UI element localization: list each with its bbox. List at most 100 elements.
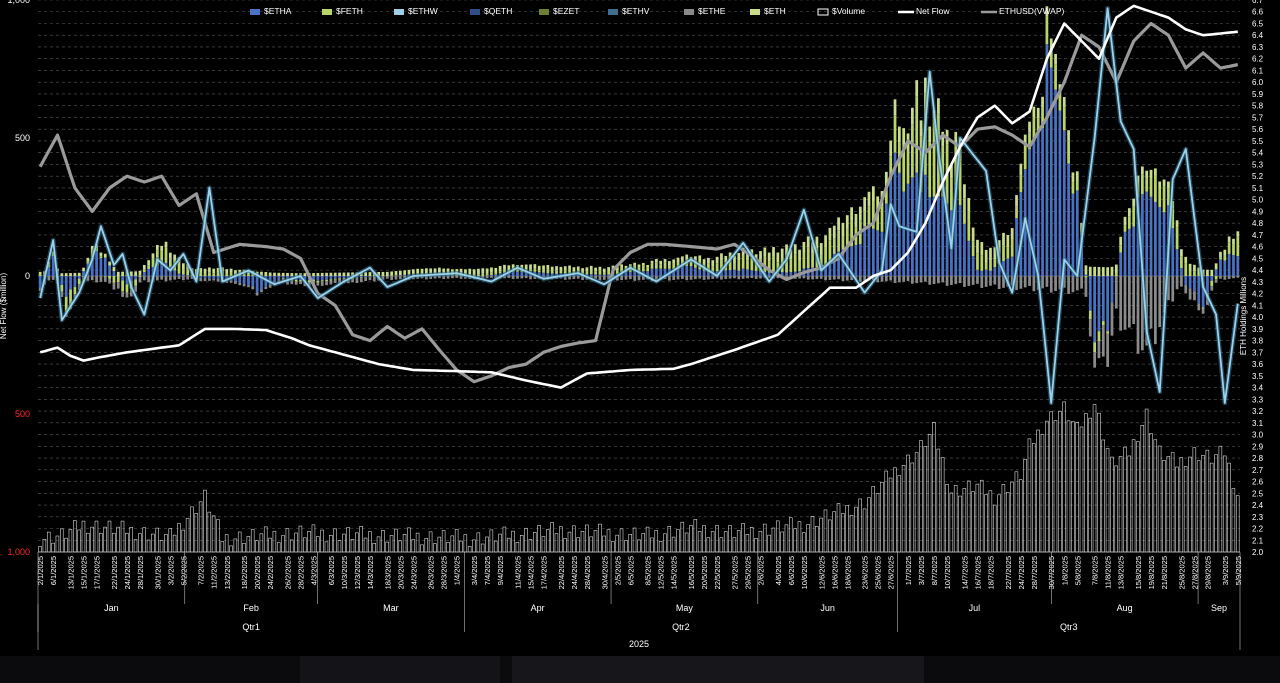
eth-bar (316, 272, 320, 276)
ethe-bar (1080, 276, 1083, 289)
ethe-bar (155, 276, 159, 281)
feth-bar (594, 271, 597, 275)
feth-bar (1010, 239, 1014, 257)
ethe-bar (919, 276, 923, 283)
volume-bar (246, 536, 251, 553)
x-date-label: 22/5/2025 (713, 556, 722, 589)
volume-bar (1205, 449, 1210, 553)
x-date-label: 14/3/2025 (366, 556, 375, 589)
legend-swatch (394, 9, 404, 15)
ethe-bar (238, 282, 242, 286)
feth-bar (654, 262, 658, 269)
ethe-bar (446, 276, 450, 279)
feth-bar (73, 287, 77, 295)
etha-bar (1028, 149, 1031, 276)
etha-bar (203, 276, 207, 279)
eth-bar (320, 272, 324, 276)
feth-bar (641, 265, 645, 272)
eth-bar (286, 272, 289, 276)
feth-bar (181, 268, 185, 275)
eth-bar (889, 140, 893, 157)
volume-bar (797, 521, 802, 553)
ethe-bar (142, 276, 146, 281)
volume-bar (272, 530, 277, 553)
eth-bar (416, 268, 420, 274)
etha-bar (1210, 276, 1214, 281)
etha-bar (724, 270, 728, 276)
eth-bar (832, 225, 836, 239)
eth-bar (86, 257, 90, 262)
volume-bar (190, 506, 194, 553)
right-tick-label: 2.7 (1252, 466, 1264, 475)
volume-bar (329, 535, 333, 553)
ethe-bar (229, 280, 233, 283)
x-date-label: 22/7/2025 (1004, 556, 1013, 589)
eth-bar (108, 261, 111, 266)
volume-bar (185, 518, 190, 553)
ethe-bar (529, 276, 532, 280)
volume-bar (888, 477, 893, 553)
eth-bar (533, 264, 537, 269)
ethe-bar (329, 280, 333, 285)
eth-bar (594, 267, 597, 272)
eth-bar (112, 266, 116, 272)
feth-bar (650, 263, 654, 269)
volume-bar (749, 526, 754, 553)
feth-bar (1067, 140, 1070, 164)
ethe-bar (576, 276, 580, 279)
feth-bar (168, 258, 172, 267)
volume-bar (120, 520, 125, 553)
volume-bar (841, 513, 845, 553)
eth-bar (1154, 168, 1157, 176)
eth-bar (1219, 251, 1222, 258)
feth-bar (1175, 227, 1179, 250)
volume-bar (181, 529, 186, 553)
ethe-bar (364, 277, 367, 281)
eth-bar (772, 247, 775, 257)
volume-bar (237, 531, 242, 553)
etha-bar (1154, 202, 1157, 276)
volume-bar (1049, 411, 1053, 553)
volume-bar (454, 529, 459, 553)
right-tick-label: 4.5 (1252, 254, 1264, 263)
volume-bar (1175, 466, 1179, 553)
volume-bar (337, 540, 342, 553)
etha-bar (854, 244, 858, 276)
eth-bar (759, 251, 762, 260)
right-tick-label: 5.8 (1252, 102, 1264, 111)
eth-bar (1123, 216, 1127, 226)
ethe-bar (247, 285, 250, 288)
volume-bar (606, 529, 611, 553)
volume-bar (359, 526, 363, 553)
ethe-bar (1123, 276, 1127, 330)
volume-bar (741, 523, 745, 553)
etha-bar (112, 271, 116, 276)
feth-bar (498, 271, 502, 274)
eth-bar (1180, 249, 1183, 257)
volume-bar (962, 488, 967, 553)
eth-bar (793, 244, 797, 255)
x-date-label: 10/3/2025 (340, 556, 349, 589)
right-tick-label: 2.9 (1252, 442, 1264, 451)
feth-bar (1145, 178, 1149, 192)
etha-bar (754, 270, 758, 276)
feth-bar (607, 270, 610, 275)
etha-bar (984, 269, 988, 276)
volume-bar (411, 539, 416, 553)
x-date-label: 13/8/2025 (1117, 556, 1126, 589)
feth-bar (646, 267, 650, 272)
feth-bar (802, 252, 806, 269)
eth-bar (1149, 169, 1153, 178)
ethe-bar (728, 276, 732, 279)
volume-bar (1018, 479, 1023, 553)
eth-bar (164, 241, 168, 248)
ethe-bar (980, 276, 984, 288)
volume-bar (758, 530, 763, 553)
volume-bar (398, 540, 403, 553)
volume-bar (828, 519, 832, 553)
eth-bar (303, 273, 307, 276)
feth-bar (863, 211, 867, 227)
etha-bar (1088, 276, 1092, 311)
ethe-bar (893, 276, 897, 283)
ethe-bar (108, 278, 111, 284)
